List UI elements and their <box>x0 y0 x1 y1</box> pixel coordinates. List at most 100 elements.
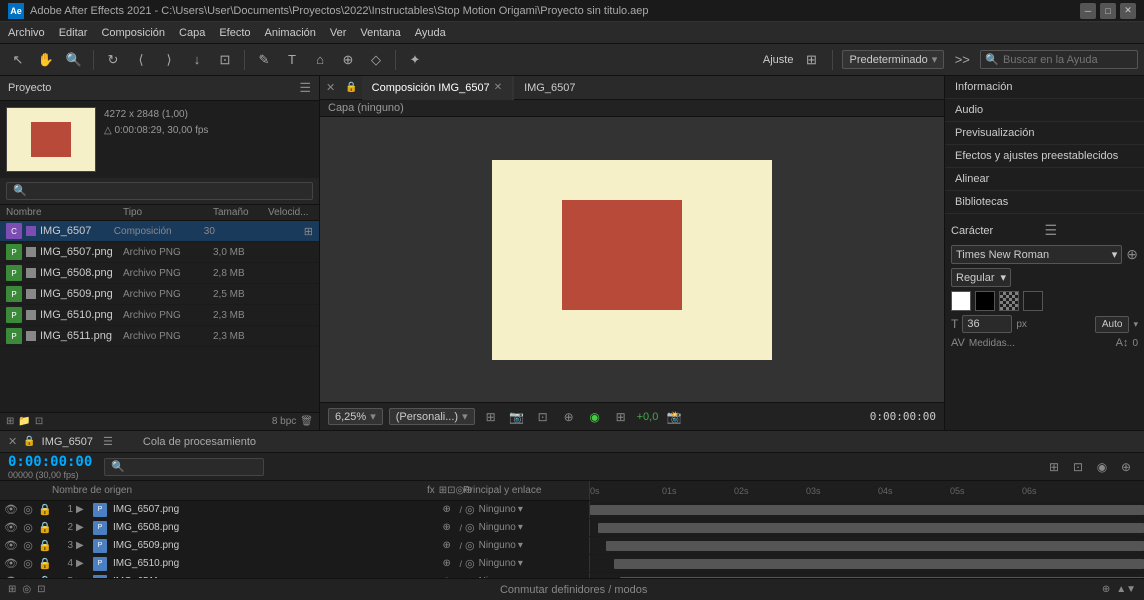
zoom-dropdown[interactable]: 6,25% ▾ <box>328 408 383 425</box>
file-row-4[interactable]: P IMG_6510.png Archivo PNG 2,3 MB <box>0 305 319 326</box>
fill-color-swatch[interactable] <box>951 291 971 311</box>
tl-btn-2[interactable]: ⊡ <box>1068 457 1088 477</box>
tool-hand[interactable]: ✋ <box>34 48 58 72</box>
fit-btn[interactable]: ⊞ <box>481 407 501 427</box>
quality-dropdown[interactable]: (Personali...) ▾ <box>389 408 475 425</box>
file-row-1[interactable]: P IMG_6507.png Archivo PNG 3,0 MB <box>0 242 319 263</box>
menu-animacion[interactable]: Animación <box>265 27 316 39</box>
file-row-3[interactable]: P IMG_6509.png Archivo PNG 2,5 MB <box>0 284 319 305</box>
comp-tab-main[interactable]: Composición IMG_6507 ✕ <box>362 76 513 100</box>
search-input[interactable] <box>1003 54 1133 66</box>
offset-btn[interactable]: ⊞ <box>611 407 631 427</box>
panel-info[interactable]: Información <box>945 76 1144 99</box>
panel-preview[interactable]: Previsualización <box>945 122 1144 145</box>
tool-mask[interactable]: ⊡ <box>213 48 237 72</box>
tool-snap[interactable]: ⊞ <box>799 48 823 72</box>
stroke-color-swatch[interactable] <box>975 291 995 311</box>
color-btn[interactable]: ◉ <box>585 407 605 427</box>
font-style-select[interactable]: Regular ▾ <box>951 268 1011 287</box>
tool-zoom[interactable]: 🔍 <box>62 48 86 72</box>
expand-btn-1[interactable]: ▶ <box>76 504 90 515</box>
project-menu-icon[interactable]: ☰ <box>299 80 311 96</box>
tl-settings-icon[interactable]: ☰ <box>99 435 117 448</box>
tl-btn-3[interactable]: ◉ <box>1092 457 1112 477</box>
tool-back[interactable]: ⟨ <box>129 48 153 72</box>
menu-ventana[interactable]: Ventana <box>360 27 400 39</box>
menu-editar[interactable]: Editar <box>59 27 88 39</box>
eye-btn-3[interactable]: 👁 <box>4 539 18 552</box>
principal-dropdown-2[interactable]: Ninguno ▾ <box>479 522 523 533</box>
menu-efecto[interactable]: Efecto <box>219 27 250 39</box>
footage-icon[interactable]: ⊞ <box>6 416 14 427</box>
metrics-label[interactable]: Medidas... <box>969 338 1015 349</box>
lock-btn-3[interactable]: 🔒 <box>38 539 52 552</box>
leading-auto-btn[interactable]: Auto <box>1095 316 1130 333</box>
tl-bottom-icon-4[interactable]: ⊕ <box>1102 584 1110 595</box>
tl-close-icon[interactable]: ✕ <box>8 435 17 448</box>
layer-row-4[interactable]: 👁 ◎ 🔒 4 ▶ P IMG_6510.png ⊕ / ◎ Ninguno ▾ <box>0 555 1144 573</box>
minimize-button[interactable]: ─ <box>1080 3 1096 19</box>
layer-link-1[interactable]: ⊕ <box>442 504 456 515</box>
principal-dropdown-1[interactable]: Ninguno ▾ <box>479 504 523 515</box>
eye-btn-1[interactable]: 👁 <box>4 503 18 516</box>
tl-btn-4[interactable]: ⊕ <box>1116 457 1136 477</box>
menu-archivo[interactable]: Archivo <box>8 27 45 39</box>
layer-link-2[interactable]: ⊕ <box>442 522 456 533</box>
add-to-comp-icon[interactable]: ⊞ <box>304 225 313 238</box>
project-search-input[interactable] <box>6 182 313 200</box>
file-row-5[interactable]: P IMG_6511.png Archivo PNG 2,3 MB <box>0 326 319 347</box>
layer-link-3[interactable]: ⊕ <box>442 540 456 551</box>
solo-btn-1[interactable]: ◎ <box>21 503 35 516</box>
solo-btn-3[interactable]: ◎ <box>21 539 35 552</box>
safe-btn[interactable]: ⊕ <box>559 407 579 427</box>
layer-row-3[interactable]: 👁 ◎ 🔒 3 ▶ P IMG_6509.png ⊕ / ◎ Ninguno ▾ <box>0 537 1144 555</box>
toggle-label[interactable]: Conmutar definidores / modos <box>52 584 1096 596</box>
camera-btn[interactable]: 📷 <box>507 407 527 427</box>
close-button[interactable]: ✕ <box>1120 3 1136 19</box>
tool-down[interactable]: ↓ <box>185 48 209 72</box>
menu-ayuda[interactable]: Ayuda <box>415 27 446 39</box>
panel-align[interactable]: Alinear <box>945 168 1144 191</box>
tl-bottom-icon-3[interactable]: ⊡ <box>37 584 45 595</box>
trash-icon[interactable]: 🗑 <box>300 416 313 427</box>
tool-text[interactable]: T <box>280 48 304 72</box>
tool-eraser[interactable]: ◇ <box>364 48 388 72</box>
eyedropper-icon[interactable]: ⊕ <box>1126 246 1138 263</box>
solo-btn-2[interactable]: ◎ <box>21 521 35 534</box>
tl-bottom-icon-2[interactable]: ◎ <box>22 584 31 595</box>
expand-btn-3[interactable]: ▶ <box>76 540 90 551</box>
menu-ver[interactable]: Ver <box>330 27 347 39</box>
tool-puppet[interactable]: ✦ <box>403 48 427 72</box>
tool-pen[interactable]: ✎ <box>252 48 276 72</box>
timeline-timecode[interactable]: 0:00:00:00 <box>8 454 92 470</box>
layer-row-1[interactable]: 👁 ◎ 🔒 1 ▶ P IMG_6507.png ⊕ / ◎ Ninguno ▾ <box>0 501 1144 519</box>
tool-select[interactable]: ↖ <box>6 48 30 72</box>
eye-btn-4[interactable]: 👁 <box>4 557 18 570</box>
comp-icon-small[interactable]: ⊡ <box>35 416 43 427</box>
tl-bottom-icon-1[interactable]: ⊞ <box>8 584 16 595</box>
close-comp-icon[interactable]: ✕ <box>320 81 341 94</box>
lock-btn-1[interactable]: 🔒 <box>38 503 52 516</box>
solo-btn-4[interactable]: ◎ <box>21 557 35 570</box>
principal-dropdown-4[interactable]: Ninguno ▾ <box>479 558 523 569</box>
expand-btn-2[interactable]: ▶ <box>76 522 90 533</box>
comp-sub-tab[interactable]: IMG_6507 <box>513 76 585 100</box>
comp-tab-close[interactable]: ✕ <box>494 82 502 93</box>
workspace-dropdown[interactable]: Predeterminado ▾ <box>842 50 944 69</box>
principal-dropdown-3[interactable]: Ninguno ▾ <box>479 540 523 551</box>
file-row-0[interactable]: C IMG_6507 Composición 30 ⊞ <box>0 221 319 242</box>
tool-brush[interactable]: ⌂ <box>308 48 332 72</box>
snapshot-btn[interactable]: 📸 <box>664 407 684 427</box>
timeline-search-input[interactable] <box>104 458 264 476</box>
panel-effects[interactable]: Efectos y ajustes preestablecidos <box>945 145 1144 168</box>
eye-btn-2[interactable]: 👁 <box>4 521 18 534</box>
panel-audio[interactable]: Audio <box>945 99 1144 122</box>
tool-forward[interactable]: ⟩ <box>157 48 181 72</box>
tool-stamp[interactable]: ⊕ <box>336 48 360 72</box>
canvas-area[interactable] <box>320 117 944 402</box>
tool-rotate[interactable]: ↻ <box>101 48 125 72</box>
menu-composicion[interactable]: Composición <box>101 27 165 39</box>
lock-btn-4[interactable]: 🔒 <box>38 557 52 570</box>
file-row-2[interactable]: P IMG_6508.png Archivo PNG 2,8 MB <box>0 263 319 284</box>
expand-btn-4[interactable]: ▶ <box>76 558 90 569</box>
